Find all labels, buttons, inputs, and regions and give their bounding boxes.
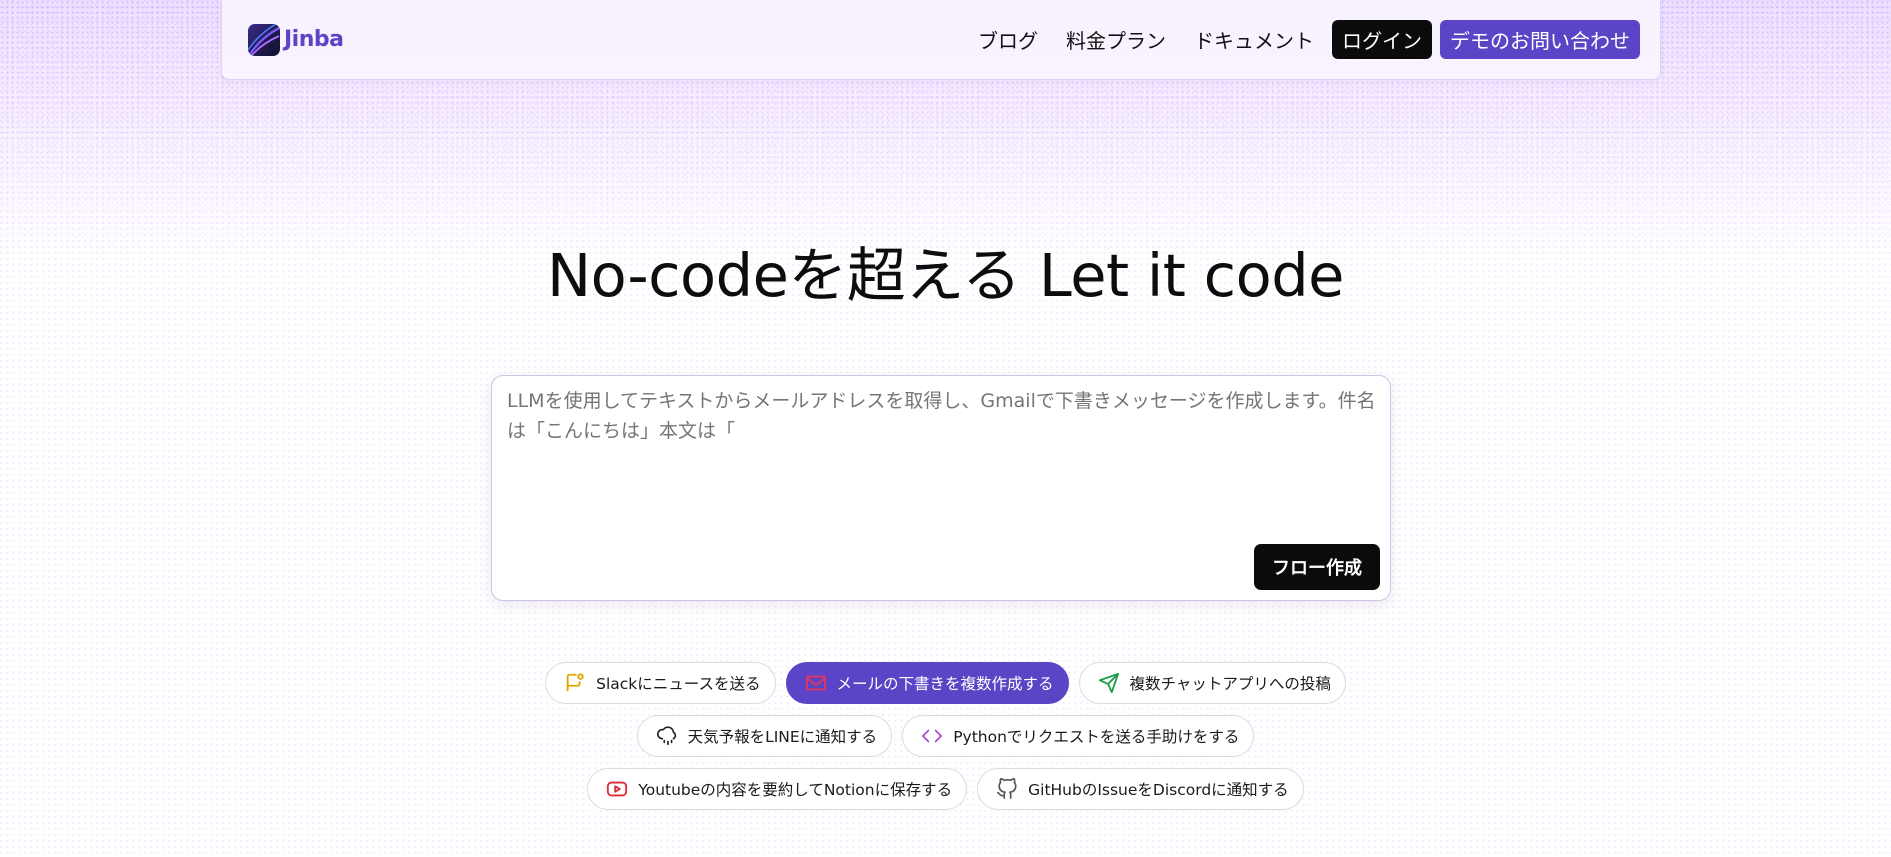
mail-icon xyxy=(805,672,827,694)
chip-youtube-notion[interactable]: Youtubeの内容を要約してNotionに保存する xyxy=(587,768,968,810)
chip-label: 複数チャットアプリへの投稿 xyxy=(1129,675,1331,693)
github-icon xyxy=(996,778,1018,800)
chip-python-request[interactable]: Pythonでリクエストを送る手助けをする xyxy=(902,715,1255,757)
nav-link-blog[interactable]: ブログ xyxy=(964,25,1052,54)
prompt-box: フロー作成 xyxy=(491,375,1391,601)
prompt-input[interactable] xyxy=(507,386,1377,536)
chip-weather-line[interactable]: 天気予報をLINEに通知する xyxy=(636,715,893,757)
brand-name: Jinba xyxy=(284,27,344,52)
login-button[interactable]: ログイン xyxy=(1332,20,1432,59)
brand-logo[interactable]: Jinba xyxy=(248,23,344,56)
chip-row-3: Youtubeの内容を要約してNotionに保存する GitHubのIssueを… xyxy=(0,768,1891,810)
chip-label: GitHubのIssueをDiscordに通知する xyxy=(1028,781,1289,799)
cloud-rain-icon xyxy=(656,725,678,747)
demo-contact-button[interactable]: デモのお問い合わせ xyxy=(1440,20,1640,59)
chip-label: Slackにニュースを送る xyxy=(596,675,761,693)
chip-label: メールの下書きを複数作成する xyxy=(836,675,1054,693)
navbar: Jinba ブログ 料金プラン ドキュメント ログイン デモのお問い合わせ xyxy=(221,0,1661,80)
chip-label: Youtubeの内容を要約してNotionに保存する xyxy=(638,781,953,799)
chip-row-1: Slackにニュースを送る メールの下書きを複数作成する 複数チャットアプリへの… xyxy=(0,662,1891,704)
chip-multi-chat-post[interactable]: 複数チャットアプリへの投稿 xyxy=(1078,662,1346,704)
chip-github-discord[interactable]: GitHubのIssueをDiscordに通知する xyxy=(977,768,1304,810)
chip-mail-drafts[interactable]: メールの下書きを複数作成する xyxy=(785,662,1069,704)
code-icon xyxy=(921,725,943,747)
jinba-logo-icon xyxy=(248,23,280,56)
chip-row-2: 天気予報をLINEに通知する Pythonでリクエストを送る手助けをする xyxy=(0,715,1891,757)
nav-link-pricing[interactable]: 料金プラン xyxy=(1052,25,1180,54)
chip-label: Pythonでリクエストを送る手助けをする xyxy=(953,728,1240,746)
hero-title: No-codeを超える Let it code xyxy=(547,241,1344,310)
youtube-icon xyxy=(606,778,628,800)
nav-link-docs[interactable]: ドキュメント xyxy=(1180,25,1328,54)
main-nav: ブログ 料金プラン ドキュメント ログイン デモのお問い合わせ xyxy=(964,20,1640,59)
chip-label: 天気予報をLINEに通知する xyxy=(687,728,878,746)
chip-slack-news[interactable]: Slackにニュースを送る xyxy=(545,662,776,704)
create-flow-button[interactable]: フロー作成 xyxy=(1254,544,1380,590)
page: Jinba ブログ 料金プラン ドキュメント ログイン デモのお問い合わせ No… xyxy=(0,0,1891,857)
message-flag-icon xyxy=(564,672,586,694)
send-icon xyxy=(1098,672,1120,694)
